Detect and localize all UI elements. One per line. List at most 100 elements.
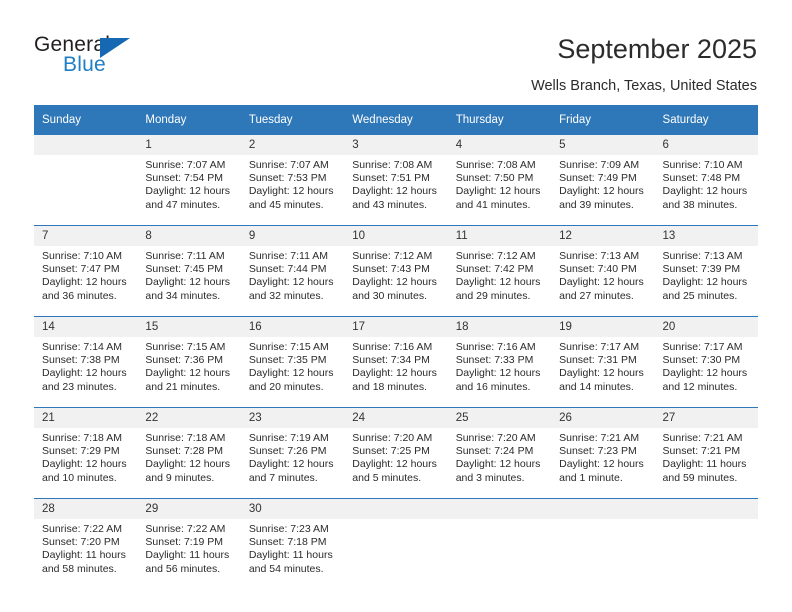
day-number[interactable]: 20 (654, 316, 758, 337)
day-number[interactable]: 6 (654, 135, 758, 155)
day-number[interactable]: 25 (447, 407, 552, 428)
day-cell[interactable]: Sunrise: 7:23 AM Sunset: 7:18 PM Daylight:… (240, 519, 345, 589)
weekday-header-sunday: Sunday (34, 105, 138, 135)
day-cell[interactable]: Sunrise: 7:16 AM Sunset: 7:34 PM Daylight:… (344, 337, 448, 408)
day-cell[interactable]: Sunrise: 7:18 AM Sunset: 7:29 PM Daylight:… (34, 428, 138, 499)
day-number[interactable]: 13 (654, 225, 758, 246)
day-cell[interactable]: Sunrise: 7:21 AM Sunset: 7:23 PM Daylight:… (551, 428, 655, 499)
sunrise-text: Sunrise: 7:07 AM (145, 159, 226, 171)
day-cell[interactable]: Sunrise: 7:13 AM Sunset: 7:40 PM Daylight:… (551, 246, 655, 317)
sunrise-text: Sunrise: 7:22 AM (145, 523, 226, 535)
day-number[interactable]: 24 (344, 407, 448, 428)
day-number[interactable]: 21 (34, 407, 138, 428)
day-cell[interactable]: Sunrise: 7:22 AM Sunset: 7:20 PM Daylight:… (34, 519, 138, 589)
day-cell[interactable]: Sunrise: 7:20 AM Sunset: 7:25 PM Daylight:… (344, 428, 448, 499)
day-cell[interactable]: Sunrise: 7:22 AM Sunset: 7:19 PM Daylight:… (137, 519, 241, 589)
sunset-text: Sunset: 7:24 PM (455, 445, 534, 458)
day-number[interactable]: 18 (447, 316, 552, 337)
daylight-text-line1: Daylight: 12 hours (455, 367, 541, 380)
day-number[interactable]: 22 (137, 407, 241, 428)
day-number[interactable]: 28 (34, 498, 138, 519)
day-number[interactable]: 7 (34, 225, 138, 246)
day-cell[interactable]: Sunrise: 7:19 AM Sunset: 7:26 PM Daylight:… (240, 428, 345, 499)
day-cell[interactable]: Sunrise: 7:16 AM Sunset: 7:33 PM Daylight:… (447, 337, 552, 408)
daylight-text-line2: and 21 minutes. (145, 380, 221, 393)
daylight-text-line1: Daylight: 12 hours (145, 458, 231, 471)
day-number[interactable]: 23 (240, 407, 345, 428)
day-cell[interactable]: Sunrise: 7:12 AM Sunset: 7:42 PM Daylight:… (447, 246, 552, 317)
day-cell[interactable]: Sunrise: 7:07 AM Sunset: 7:54 PM Daylight:… (137, 155, 241, 226)
daylight-text-line1: Daylight: 12 hours (248, 458, 334, 471)
sunset-text: Sunset: 7:53 PM (248, 172, 327, 185)
daylight-text-line1: Daylight: 12 hours (352, 185, 437, 198)
day-cell[interactable]: Sunrise: 7:13 AM Sunset: 7:39 PM Daylight:… (654, 246, 758, 317)
day-number[interactable]: 5 (551, 135, 655, 155)
day-cell[interactable]: Sunrise: 7:10 AM Sunset: 7:47 PM Daylight:… (34, 246, 138, 317)
day-cell[interactable]: Sunrise: 7:09 AM Sunset: 7:49 PM Daylight:… (551, 155, 655, 226)
daylight-text-line2: and 45 minutes. (248, 198, 324, 211)
day-number-empty (654, 498, 758, 519)
day-cell[interactable]: Sunrise: 7:10 AM Sunset: 7:48 PM Daylight:… (654, 155, 758, 226)
daylight-text-line2: and 32 minutes. (248, 289, 324, 302)
day-cell[interactable]: Sunrise: 7:14 AM Sunset: 7:38 PM Daylight:… (34, 337, 138, 408)
daylight-text-line1: Daylight: 12 hours (662, 367, 748, 380)
day-number[interactable]: 19 (551, 316, 655, 337)
day-number[interactable]: 3 (344, 135, 448, 155)
day-cell[interactable]: Sunrise: 7:11 AM Sunset: 7:45 PM Daylight:… (137, 246, 241, 317)
week-daynum-row: 21 22 23 24 25 26 27 (34, 407, 758, 428)
day-number[interactable]: 16 (240, 316, 345, 337)
day-number[interactable]: 12 (551, 225, 655, 246)
sunset-text: Sunset: 7:23 PM (559, 445, 637, 458)
daylight-text-line1: Daylight: 12 hours (559, 276, 644, 289)
day-number[interactable]: 10 (344, 225, 448, 246)
day-cell[interactable]: Sunrise: 7:21 AM Sunset: 7:21 PM Daylight:… (654, 428, 758, 499)
day-number[interactable]: 29 (137, 498, 241, 519)
sunset-text: Sunset: 7:49 PM (559, 172, 637, 185)
page-header: General Blue September 2025 Wells Branch… (0, 0, 792, 100)
day-cell[interactable]: Sunrise: 7:15 AM Sunset: 7:36 PM Daylight:… (137, 337, 241, 408)
weekday-header-saturday: Saturday (654, 105, 758, 135)
day-number[interactable]: 1 (137, 135, 241, 155)
daylight-text-line2: and 34 minutes. (145, 289, 221, 302)
day-number[interactable]: 2 (240, 135, 345, 155)
brand-logo[interactable]: General Blue (34, 33, 204, 85)
day-cell[interactable]: Sunrise: 7:20 AM Sunset: 7:24 PM Daylight:… (447, 428, 552, 499)
day-number[interactable]: 11 (447, 225, 552, 246)
day-cell[interactable]: Sunrise: 7:18 AM Sunset: 7:28 PM Daylight:… (137, 428, 241, 499)
sunset-text: Sunset: 7:50 PM (455, 172, 534, 185)
sunrise-text: Sunrise: 7:20 AM (352, 432, 433, 444)
day-cell[interactable]: Sunrise: 7:11 AM Sunset: 7:44 PM Daylight:… (240, 246, 345, 317)
sunrise-text: Sunrise: 7:18 AM (42, 432, 122, 444)
day-number[interactable]: 17 (344, 316, 448, 337)
daylight-text-line1: Daylight: 12 hours (352, 367, 437, 380)
day-number[interactable]: 26 (551, 407, 655, 428)
day-number[interactable]: 8 (137, 225, 241, 246)
sunset-text: Sunset: 7:39 PM (662, 263, 741, 276)
daylight-text-line1: Daylight: 12 hours (145, 185, 231, 198)
day-number[interactable]: 15 (137, 316, 241, 337)
sunrise-text: Sunrise: 7:10 AM (42, 250, 122, 262)
daylight-text-line1: Daylight: 11 hours (42, 549, 126, 562)
day-cell[interactable]: Sunrise: 7:17 AM Sunset: 7:31 PM Daylight:… (551, 337, 655, 408)
day-number[interactable]: 14 (34, 316, 138, 337)
sunset-text: Sunset: 7:29 PM (42, 445, 120, 458)
day-number[interactable]: 30 (240, 498, 345, 519)
calendar-header-row: Sunday Monday Tuesday Wednesday Thursday… (34, 105, 758, 135)
daylight-text-line1: Daylight: 12 hours (248, 185, 334, 198)
day-cell[interactable]: Sunrise: 7:07 AM Sunset: 7:53 PM Daylight:… (240, 155, 345, 226)
day-cell[interactable]: Sunrise: 7:08 AM Sunset: 7:50 PM Daylight:… (447, 155, 552, 226)
day-cell[interactable]: Sunrise: 7:15 AM Sunset: 7:35 PM Daylight:… (240, 337, 345, 408)
day-cell[interactable]: Sunrise: 7:17 AM Sunset: 7:30 PM Daylight:… (654, 337, 758, 408)
day-number[interactable]: 4 (447, 135, 552, 155)
weekday-header-wednesday: Wednesday (344, 105, 448, 135)
sunrise-text: Sunrise: 7:12 AM (352, 250, 433, 262)
day-number[interactable]: 9 (240, 225, 345, 246)
day-cell[interactable]: Sunrise: 7:12 AM Sunset: 7:43 PM Daylight:… (344, 246, 448, 317)
day-cell[interactable]: Sunrise: 7:08 AM Sunset: 7:51 PM Daylight:… (344, 155, 448, 226)
sunset-text: Sunset: 7:40 PM (559, 263, 637, 276)
sunrise-text: Sunrise: 7:18 AM (145, 432, 226, 444)
calendar-table: Sunday Monday Tuesday Wednesday Thursday… (34, 105, 758, 589)
sunrise-text: Sunrise: 7:09 AM (559, 159, 640, 171)
day-number[interactable]: 27 (654, 407, 758, 428)
daylight-text-line2: and 56 minutes. (145, 562, 221, 575)
